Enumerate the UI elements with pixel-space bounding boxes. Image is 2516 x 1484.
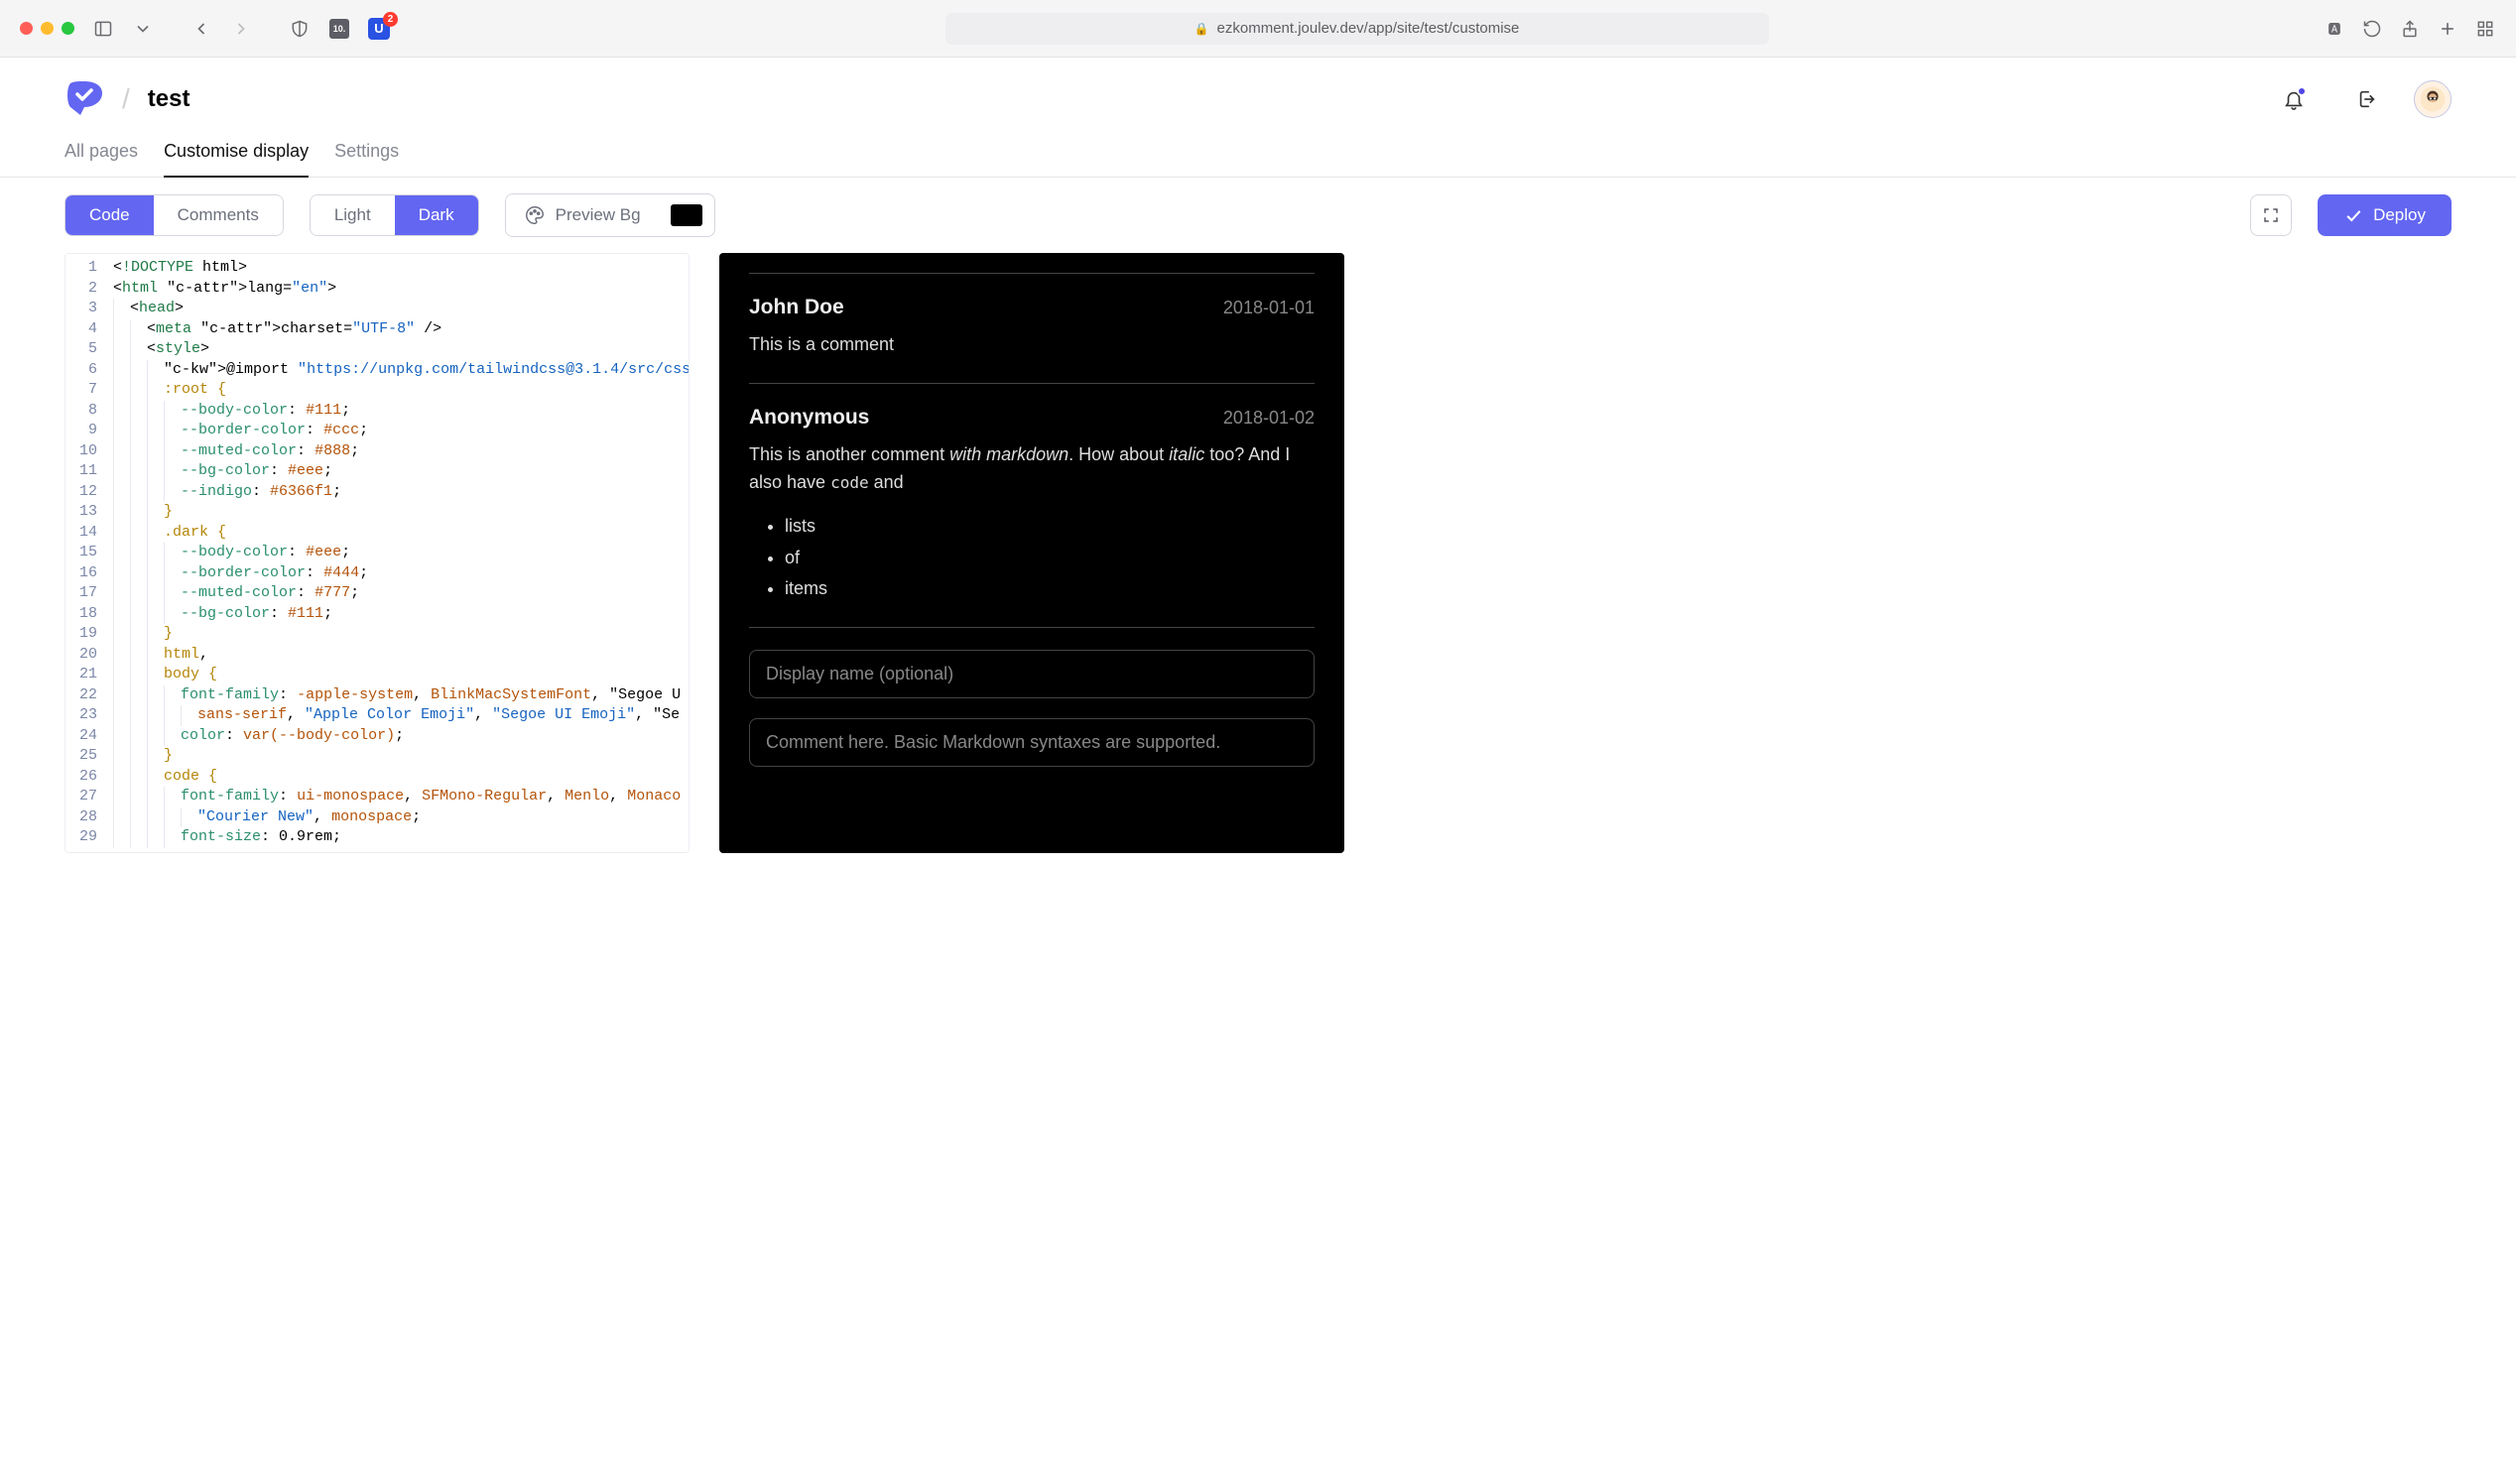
- comment-author: Anonymous: [749, 406, 869, 430]
- tab-all-pages[interactable]: All pages: [64, 141, 138, 177]
- app-header: / test: [0, 58, 2516, 119]
- check-icon: [2343, 205, 2363, 225]
- list-item: lists: [785, 513, 1315, 541]
- notification-dot: [2297, 86, 2307, 96]
- divider: [749, 383, 1315, 384]
- translate-icon[interactable]: 🅰︎: [2324, 18, 2345, 40]
- comment-date: 2018-01-01: [1223, 298, 1315, 318]
- url-bar[interactable]: 🔒 ezkomment.joulev.dev/app/site/test/cus…: [945, 13, 1769, 45]
- code-editor[interactable]: 1234567891011121314151617181920212223242…: [64, 253, 690, 853]
- new-tab-icon[interactable]: [2437, 18, 2458, 40]
- display-name-input[interactable]: [749, 650, 1315, 698]
- comment-block: John Doe 2018-01-01 This is a comment: [749, 296, 1315, 359]
- chevron-down-icon[interactable]: [132, 18, 154, 40]
- line-gutter: 1234567891011121314151617181920212223242…: [65, 254, 107, 852]
- extension-badge: 2: [383, 12, 398, 27]
- tab-customise-display[interactable]: Customise display: [164, 141, 309, 178]
- browser-chrome: 10. U 2 🔒 ezkomment.joulev.dev/app/site/…: [0, 0, 2516, 58]
- code-tab-button[interactable]: Code: [65, 195, 154, 235]
- minimize-window-button[interactable]: [41, 22, 54, 35]
- preview-panel: John Doe 2018-01-01 This is a comment An…: [719, 253, 1344, 853]
- deploy-label: Deploy: [2373, 205, 2426, 225]
- extension-icon-1[interactable]: 10.: [328, 18, 350, 40]
- notifications-button[interactable]: [2281, 86, 2307, 112]
- deploy-button[interactable]: Deploy: [2318, 194, 2452, 236]
- tabs: All pages Customise display Settings: [0, 119, 2516, 178]
- view-segment: Code Comments: [64, 194, 284, 236]
- window-controls: [20, 22, 74, 35]
- tab-settings[interactable]: Settings: [334, 141, 399, 177]
- forward-button[interactable]: [230, 18, 252, 40]
- extension-icon-2[interactable]: U 2: [368, 18, 390, 40]
- divider: [749, 627, 1315, 628]
- code-content[interactable]: <!DOCTYPE html><html "c-attr">lang="en">…: [107, 254, 689, 852]
- comment-author: John Doe: [749, 296, 844, 319]
- share-icon[interactable]: [2399, 18, 2421, 40]
- tabs-overview-icon[interactable]: [2474, 18, 2496, 40]
- lock-icon: 🔒: [1195, 22, 1209, 36]
- reload-icon[interactable]: [2361, 18, 2383, 40]
- main: 1234567891011121314151617181920212223242…: [0, 253, 2516, 853]
- preview-bg-swatch[interactable]: [671, 204, 702, 226]
- light-theme-button[interactable]: Light: [311, 195, 395, 235]
- toolbar: Code Comments Light Dark Preview Bg Depl…: [0, 178, 2516, 253]
- avatar[interactable]: [2414, 80, 2452, 118]
- preview-bg-button[interactable]: Preview Bg: [506, 194, 659, 236]
- app-logo[interactable]: [64, 79, 104, 119]
- site-name[interactable]: test: [148, 85, 190, 113]
- sidebar-toggle-icon[interactable]: [92, 18, 114, 40]
- dark-theme-button[interactable]: Dark: [395, 195, 478, 235]
- comment-textarea[interactable]: [749, 718, 1315, 767]
- preview-bg-group: Preview Bg: [505, 193, 715, 237]
- comment-body: This is another comment with markdown. H…: [749, 441, 1315, 603]
- comment-list: lists of items: [785, 513, 1315, 604]
- comment-block: Anonymous 2018-01-02 This is another com…: [749, 406, 1315, 603]
- list-item: items: [785, 575, 1315, 603]
- fullscreen-icon: [2262, 206, 2280, 224]
- fullscreen-button[interactable]: [2250, 194, 2292, 236]
- comment-date: 2018-01-02: [1223, 408, 1315, 429]
- breadcrumb-separator: /: [122, 83, 130, 115]
- logout-button[interactable]: [2354, 86, 2380, 112]
- list-item: of: [785, 545, 1315, 572]
- preview-bg-label: Preview Bg: [556, 205, 641, 225]
- comment-body: This is a comment: [749, 331, 1315, 359]
- maximize-window-button[interactable]: [62, 22, 74, 35]
- palette-icon: [524, 204, 546, 226]
- back-button[interactable]: [190, 18, 212, 40]
- close-window-button[interactable]: [20, 22, 33, 35]
- theme-segment: Light Dark: [310, 194, 479, 236]
- comments-tab-button[interactable]: Comments: [154, 195, 283, 235]
- shield-icon[interactable]: [289, 18, 311, 40]
- url-text: ezkomment.joulev.dev/app/site/test/custo…: [1217, 20, 1520, 37]
- divider: [749, 273, 1315, 274]
